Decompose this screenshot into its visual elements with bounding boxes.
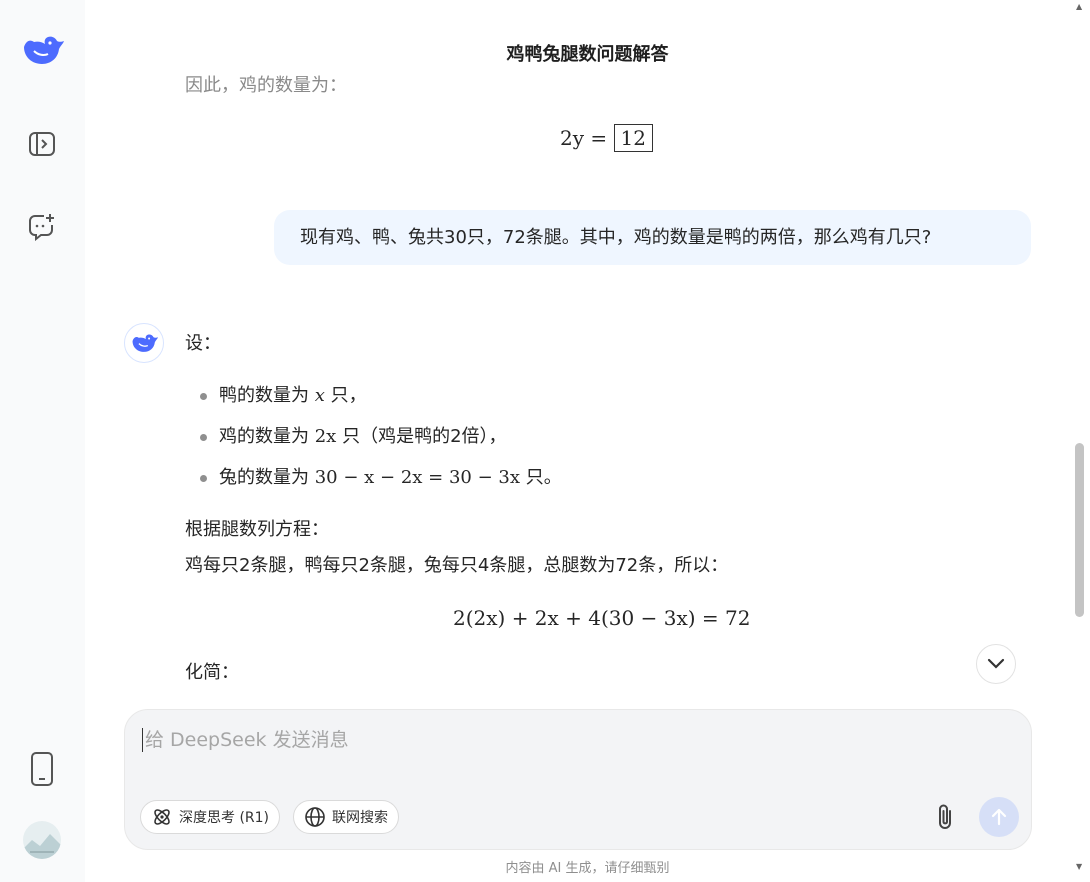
answer-bullet-2: 鸡的数量为 2x 只（鸡是鸭的2倍）， [219,425,507,449]
deepseek-logo-icon [132,334,158,352]
answer-paragraph: 根据腿数列方程： [185,519,329,540]
prev-answer-equation: 2y = 12 [560,124,653,152]
paperclip-icon [939,804,951,829]
deep-think-label: 深度思考 (R1) [179,810,270,826]
scrollbar-thumb[interactable] [1075,443,1084,617]
user-message-bubble: 现有鸡、鸭、兔共30只，72条腿。其中，鸡的数量是鸭的两倍，那么鸡有几只? [274,210,1031,265]
bullet-dot [200,475,207,482]
message-composer[interactable]: 给 DeepSeek 发送消息 深度思考 (R1) 联网搜索 [124,709,1032,850]
bullet-math: 30 − x − 2x = 30 − 3x [314,467,521,488]
chevron-down-icon [987,658,1005,669]
bullet-text: 鸡的数量为 [219,426,315,447]
answer-bullet-3: 兔的数量为 30 − x − 2x = 30 − 3x 只。 [219,466,562,490]
boxed-answer: 12 [613,124,653,152]
bullet-text: 只， [324,385,367,406]
user-avatar[interactable] [20,818,64,862]
expand-sidebar-icon[interactable] [20,122,64,166]
bullet-text: 只（鸡是鸭的2倍）， [336,426,507,447]
scroll-up-arrow-icon[interactable]: ▲ [1076,2,1082,11]
bullet-text: 兔的数量为 [219,467,315,488]
deepseek-logo-icon[interactable] [20,28,64,72]
new-chat-icon[interactable] [20,205,64,249]
attach-file-button[interactable] [931,802,959,832]
bullet-dot [200,393,207,400]
globe-icon [305,807,325,827]
send-button[interactable] [979,797,1019,837]
answer-equation: 2(2x) + 2x + 4(30 − 3x) = 72 [453,606,751,630]
bullet-dot [200,434,207,441]
bullet-text: 只。 [520,467,562,488]
sidebar [0,0,85,882]
answer-paragraph: 鸡每只2条腿，鸭每只2条腿，兔每只4条腿，总腿数为72条，所以： [185,555,729,576]
scroll-to-bottom-button[interactable] [976,644,1016,684]
answer-intro: 设： [185,333,221,354]
answer-paragraph: 化简： [185,662,239,683]
equation-left: 2y = [560,126,608,150]
arrow-up-icon [991,808,1007,826]
chat-main: 鸡鸭兔腿数问题解答 因此，鸡的数量为： 2y = 12 现有鸡、鸭、兔共30只，… [85,0,1090,882]
ai-disclaimer: 内容由 AI 生成，请仔细甄别 [505,861,670,876]
atom-icon [154,809,170,825]
web-search-button[interactable]: 联网搜索 [293,800,399,834]
bullet-math: 2x [314,426,337,447]
user-message-text: 现有鸡、鸭、兔共30只，72条腿。其中，鸡的数量是鸭的两倍，那么鸡有几只? [300,227,932,248]
bullet-math: x [314,385,325,406]
phone-icon[interactable] [20,747,64,791]
web-search-label: 联网搜索 [332,810,388,826]
bullet-text: 鸭的数量为 [219,385,315,406]
scroll-down-arrow-icon[interactable]: ▼ [1076,862,1082,871]
prev-answer-text: 因此，鸡的数量为： [185,75,347,96]
answer-bullet-1: 鸭的数量为 x 只， [219,384,367,408]
assistant-avatar [124,323,164,363]
message-input[interactable]: 给 DeepSeek 发送消息 [142,728,349,752]
deep-think-button[interactable]: 深度思考 (R1) [140,800,281,834]
